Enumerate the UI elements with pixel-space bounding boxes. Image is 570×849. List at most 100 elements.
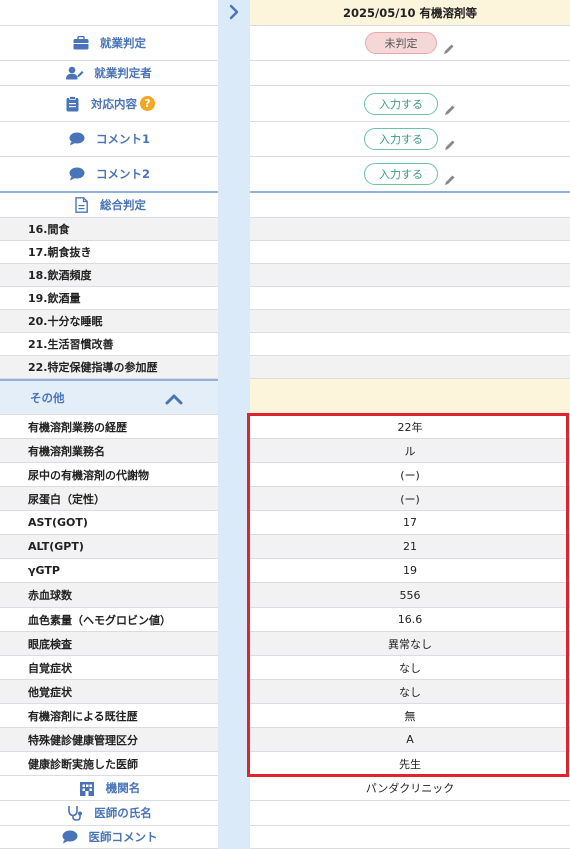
document-icon	[72, 196, 90, 214]
other-section-value-header	[250, 379, 570, 415]
overall-item-label: 20.十分な睡眠	[28, 315, 103, 328]
other-item-value-cell: 先生	[250, 752, 570, 776]
other-item-label: AST(GOT)	[28, 516, 88, 529]
column-divider	[218, 0, 250, 849]
comment2-label: コメント2	[95, 167, 150, 181]
exam-column: 2025/05/10 有機溶剤等 未判定 入力する 入力する 入力する 22年ル…	[250, 0, 570, 849]
overall-item-row: 16.間食	[0, 218, 218, 241]
doctor-comment-label: 医師コメント	[88, 830, 158, 844]
institution-name-label: 機関名	[105, 781, 141, 795]
user-edit-icon	[66, 64, 84, 82]
other-item-value-cell: 22年	[250, 415, 570, 439]
other-item-label: 有機溶剤業務の経歴	[28, 420, 127, 434]
other-item-label: 特殊健診健康管理区分	[28, 733, 138, 747]
other-item-row: 赤血球数	[0, 583, 218, 608]
institution-name-value-row: パンダクリニック	[250, 776, 570, 801]
building-icon	[78, 779, 96, 797]
other-item-value-cell: ル	[250, 439, 570, 463]
doctor-comment-value-row	[250, 826, 570, 849]
other-item-value: 21	[403, 540, 417, 553]
judge-person-value-row	[250, 61, 570, 86]
response-input-button[interactable]: 入力する	[364, 92, 438, 115]
comment2-label-row: コメント2	[0, 157, 218, 193]
overall-item-row: 21.生活習慣改善	[0, 333, 218, 356]
chevron-right-icon[interactable]	[226, 4, 242, 20]
chevron-up-icon[interactable]	[165, 393, 183, 408]
other-item-row: 有機溶剤業務の経歴	[0, 415, 218, 439]
other-item-row: 血色素量（ヘモグロビン値）	[0, 608, 218, 632]
other-item-value-cell: なし	[250, 680, 570, 704]
doctor-name-label: 医師の氏名	[94, 806, 152, 820]
other-item-value: 22年	[397, 420, 423, 434]
other-item-label: 有機溶剤による既往歴	[28, 709, 138, 723]
other-item-label: 眼底検査	[28, 637, 72, 651]
other-item-value-cell: A	[250, 728, 570, 752]
other-item-row: 他覚症状	[0, 680, 218, 704]
other-item-label: 健康診断実施した医師	[28, 757, 138, 771]
pencil-icon[interactable]	[444, 174, 456, 186]
other-item-value-cell: (ー)	[250, 487, 570, 511]
stethoscope-icon	[66, 804, 84, 822]
other-item-value-cell: 16.6	[250, 608, 570, 632]
comment1-label-row: コメント1	[0, 122, 218, 157]
overall-item-label: 19.飲酒量	[28, 292, 81, 305]
other-item-value-cell: 無	[250, 704, 570, 728]
speech-bubble-icon	[68, 130, 86, 148]
pencil-icon[interactable]	[444, 139, 456, 151]
other-item-row: 有機溶剤による既往歴	[0, 704, 218, 728]
work-judgement-label-row: 就業判定	[0, 26, 218, 61]
judge-person-label-row: 就業判定者	[0, 61, 218, 86]
other-item-row: γGTP	[0, 559, 218, 583]
overall-item-label: 16.間食	[28, 223, 70, 236]
other-item-value-cell: 21	[250, 535, 570, 559]
overall-item-row: 20.十分な睡眠	[0, 310, 218, 333]
other-item-label: 他覚症状	[28, 685, 72, 699]
pencil-icon[interactable]	[444, 104, 456, 116]
institution-name-value: パンダクリニック	[365, 782, 455, 795]
overall-item-row: 19.飲酒量	[0, 287, 218, 310]
overall-judgement-title: 総合判定	[100, 198, 146, 212]
other-item-value: なし	[399, 685, 421, 699]
help-icon[interactable]: ?	[140, 96, 155, 111]
response-label: 対応内容	[91, 96, 137, 111]
other-item-value: 無	[404, 709, 416, 723]
work-judgement-status-badge[interactable]: 未判定	[365, 32, 437, 54]
other-section-title: その他	[30, 390, 65, 405]
other-section-header[interactable]: その他	[0, 379, 218, 415]
other-item-value: ル	[404, 444, 416, 458]
other-item-value: 異常なし	[388, 637, 432, 651]
other-item-row: 尿中の有機溶剤の代謝物	[0, 463, 218, 487]
pencil-icon[interactable]	[443, 43, 455, 55]
other-item-row: 尿蛋白（定性）	[0, 487, 218, 511]
left-label-column: 就業判定 就業判定者 対応内容 ? コメント1 コメント2 総合判定 16.間食…	[0, 0, 218, 849]
overall-item-label: 18.飲酒頻度	[28, 269, 92, 282]
other-item-value: A	[406, 733, 414, 746]
overall-item-value-cell	[250, 218, 570, 241]
other-item-value: 556	[399, 588, 421, 602]
institution-name-label-row: 機関名	[0, 776, 218, 801]
comment2-input-button[interactable]: 入力する	[364, 163, 438, 185]
other-item-value: 16.6	[397, 613, 423, 626]
other-item-row: 自覚症状	[0, 656, 218, 680]
label-header-blank	[0, 0, 218, 26]
overall-item-value-cell	[250, 333, 570, 356]
briefcase-icon	[72, 34, 90, 52]
overall-item-value-cell	[250, 287, 570, 310]
other-item-label: 赤血球数	[28, 589, 72, 602]
other-item-value-cell: 19	[250, 559, 570, 583]
doctor-name-label-row: 医師の氏名	[0, 801, 218, 826]
overall-judgement-header: 総合判定	[0, 193, 218, 218]
other-item-row: 有機溶剤業務名	[0, 439, 218, 463]
other-item-value-cell: 異常なし	[250, 632, 570, 656]
work-judgement-value-row: 未判定	[250, 26, 570, 61]
comment1-value-row: 入力する	[250, 122, 570, 157]
other-item-label: 尿中の有機溶剤の代謝物	[28, 468, 149, 482]
other-item-label: ALT(GPT)	[28, 540, 84, 553]
overall-item-row: 18.飲酒頻度	[0, 264, 218, 287]
response-label-row: 対応内容 ?	[0, 86, 218, 122]
doctor-comment-label-row: 医師コメント	[0, 826, 218, 849]
comment2-value-row: 入力する	[250, 157, 570, 193]
other-item-row: 特殊健診健康管理区分	[0, 728, 218, 752]
overall-item-value-cell	[250, 241, 570, 264]
comment1-input-button[interactable]: 入力する	[364, 128, 438, 150]
